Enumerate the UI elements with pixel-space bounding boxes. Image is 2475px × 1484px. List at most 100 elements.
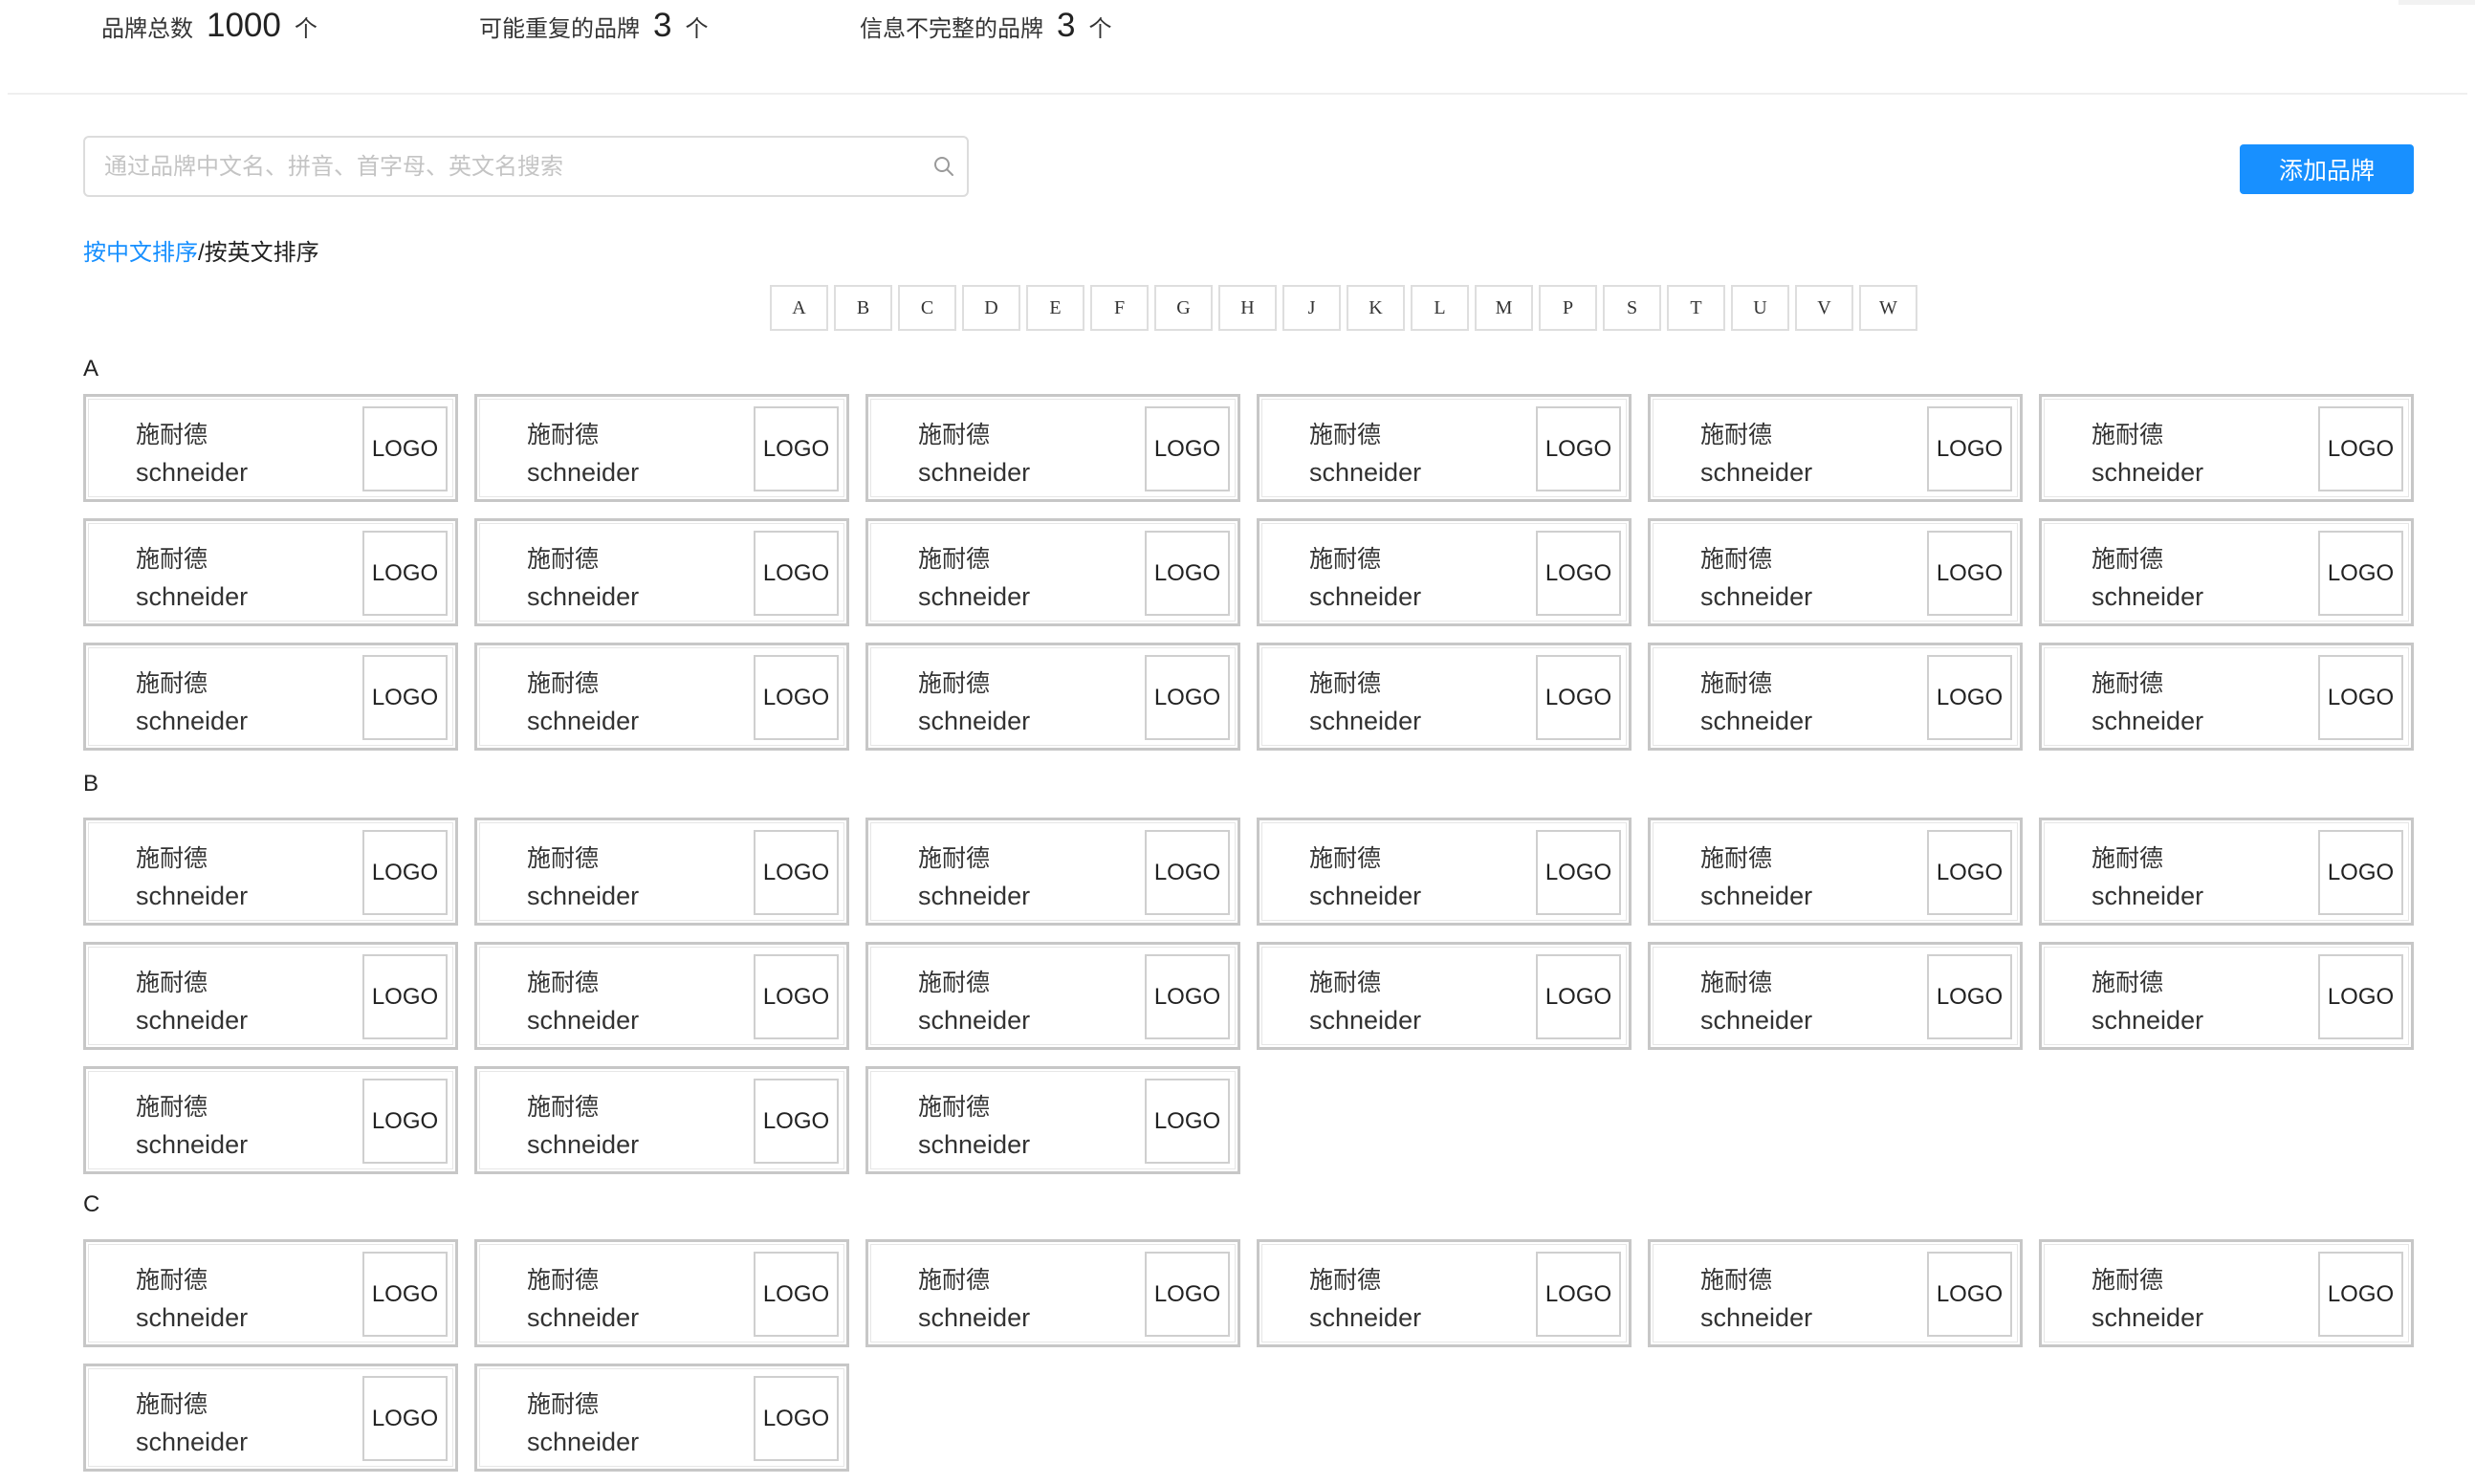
brand-card[interactable]: 施耐德 schneider LOGO: [1648, 818, 2023, 926]
brand-card[interactable]: 施耐德 schneider LOGO: [83, 643, 458, 751]
brand-card[interactable]: 施耐德 schneider LOGO: [865, 1239, 1240, 1347]
brand-card[interactable]: 施耐德 schneider LOGO: [2039, 643, 2414, 751]
brand-logo: LOGO: [1536, 1252, 1621, 1337]
letter-index-j[interactable]: J: [1282, 285, 1341, 331]
brand-card[interactable]: 施耐德 schneider LOGO: [1257, 643, 1632, 751]
brand-logo: LOGO: [2318, 531, 2403, 616]
brand-name-cn: 施耐德: [136, 970, 208, 996]
letter-index-h[interactable]: H: [1218, 285, 1277, 331]
letter-index-c[interactable]: C: [898, 285, 956, 331]
letter-index-f[interactable]: F: [1090, 285, 1149, 331]
brand-card[interactable]: 施耐德 schneider LOGO: [2039, 818, 2414, 926]
brand-name-en: schneider: [527, 1303, 640, 1332]
brand-card[interactable]: 施耐德 schneider LOGO: [865, 394, 1240, 502]
brand-logo: LOGO: [2318, 1252, 2403, 1337]
brand-name-en: schneider: [918, 1130, 1031, 1159]
brand-card[interactable]: 施耐德 schneider LOGO: [2039, 1239, 2414, 1347]
brand-logo: LOGO: [2318, 655, 2403, 740]
letter-index-p[interactable]: P: [1539, 285, 1597, 331]
section-letter-c: C: [83, 1191, 100, 1217]
letter-index-m[interactable]: M: [1475, 285, 1533, 331]
letter-index-s[interactable]: S: [1603, 285, 1661, 331]
brand-card[interactable]: 施耐德 schneider LOGO: [83, 1239, 458, 1347]
letter-index-u[interactable]: U: [1731, 285, 1789, 331]
sort-by-english-link[interactable]: 按英文排序: [205, 240, 319, 266]
brand-card[interactable]: 施耐德 schneider LOGO: [1257, 518, 1632, 626]
brand-logo: LOGO: [362, 1252, 448, 1337]
brand-logo: LOGO: [362, 1376, 448, 1461]
brand-card[interactable]: 施耐德 schneider LOGO: [2039, 394, 2414, 502]
brand-card[interactable]: 施耐德 schneider LOGO: [2039, 518, 2414, 626]
stat-incomplete-brands: 信息不完整的品牌 3 个: [860, 0, 1111, 52]
search-icon[interactable]: [932, 155, 955, 178]
brand-logo: LOGO: [1145, 830, 1230, 915]
brand-logo: LOGO: [362, 406, 448, 491]
brand-card[interactable]: 施耐德 schneider LOGO: [2039, 942, 2414, 1050]
sort-by-chinese-link[interactable]: 按中文排序: [83, 240, 198, 266]
brand-name-cn: 施耐德: [527, 546, 600, 573]
letter-index-a[interactable]: A: [770, 285, 828, 331]
brand-card[interactable]: 施耐德 schneider LOGO: [83, 942, 458, 1050]
brand-name-cn: 施耐德: [527, 970, 600, 996]
brand-card[interactable]: 施耐德 schneider LOGO: [865, 818, 1240, 926]
brand-card[interactable]: 施耐德 schneider LOGO: [83, 1066, 458, 1174]
brand-name-cn: 施耐德: [136, 1391, 208, 1418]
letter-index-v[interactable]: V: [1795, 285, 1853, 331]
brand-logo: LOGO: [754, 406, 839, 491]
brand-card[interactable]: 施耐德 schneider LOGO: [865, 643, 1240, 751]
search-input[interactable]: [102, 138, 900, 197]
letter-index-w[interactable]: W: [1859, 285, 1917, 331]
brand-logo: LOGO: [1927, 655, 2012, 740]
letter-index-e[interactable]: E: [1026, 285, 1084, 331]
brand-card[interactable]: 施耐德 schneider LOGO: [865, 942, 1240, 1050]
brand-name-cn: 施耐德: [1700, 845, 1773, 872]
brand-card[interactable]: 施耐德 schneider LOGO: [474, 1364, 849, 1472]
brand-card[interactable]: 施耐德 schneider LOGO: [1648, 394, 2023, 502]
brand-card[interactable]: 施耐德 schneider LOGO: [474, 394, 849, 502]
add-brand-button[interactable]: 添加品牌: [2240, 144, 2414, 194]
brand-card[interactable]: 施耐德 schneider LOGO: [474, 643, 849, 751]
brand-name-en: schneider: [1309, 1303, 1422, 1332]
brand-card[interactable]: 施耐德 schneider LOGO: [1257, 1239, 1632, 1347]
letter-index-g[interactable]: G: [1154, 285, 1213, 331]
brand-card[interactable]: 施耐德 schneider LOGO: [83, 518, 458, 626]
brand-card[interactable]: 施耐德 schneider LOGO: [474, 1239, 849, 1347]
letter-index-l[interactable]: L: [1411, 285, 1469, 331]
stat-label: 可能重复的品牌: [479, 15, 640, 42]
corner-divider: [2398, 0, 2475, 5]
brand-card[interactable]: 施耐德 schneider LOGO: [474, 518, 849, 626]
brand-card[interactable]: 施耐德 schneider LOGO: [1257, 942, 1632, 1050]
brand-card[interactable]: 施耐德 schneider LOGO: [1648, 1239, 2023, 1347]
letter-index-k[interactable]: K: [1347, 285, 1405, 331]
brand-logo: LOGO: [1927, 531, 2012, 616]
brand-name-cn: 施耐德: [918, 1267, 991, 1294]
brand-card[interactable]: 施耐德 schneider LOGO: [1257, 394, 1632, 502]
brand-name-en: schneider: [2092, 1303, 2204, 1332]
brand-logo: LOGO: [1145, 531, 1230, 616]
letter-index-b[interactable]: B: [834, 285, 892, 331]
brand-name-cn: 施耐德: [527, 1267, 600, 1294]
brand-logo: LOGO: [754, 1376, 839, 1461]
brand-card[interactable]: 施耐德 schneider LOGO: [474, 818, 849, 926]
search-box[interactable]: [83, 136, 969, 197]
brand-card[interactable]: 施耐德 schneider LOGO: [865, 518, 1240, 626]
brand-card[interactable]: 施耐德 schneider LOGO: [474, 1066, 849, 1174]
brand-card[interactable]: 施耐德 schneider LOGO: [1648, 518, 2023, 626]
brand-card[interactable]: 施耐德 schneider LOGO: [83, 818, 458, 926]
stat-value: 1000: [207, 7, 281, 44]
brand-logo: LOGO: [754, 531, 839, 616]
brand-card[interactable]: 施耐德 schneider LOGO: [1648, 643, 2023, 751]
brand-card[interactable]: 施耐德 schneider LOGO: [1257, 818, 1632, 926]
brand-name-en: schneider: [1700, 882, 1813, 910]
brand-name-en: schneider: [918, 1303, 1031, 1332]
letter-index-d[interactable]: D: [962, 285, 1020, 331]
brand-card[interactable]: 施耐德 schneider LOGO: [865, 1066, 1240, 1174]
brand-name-en: schneider: [2092, 882, 2204, 910]
brand-card[interactable]: 施耐德 schneider LOGO: [83, 394, 458, 502]
brand-card[interactable]: 施耐德 schneider LOGO: [83, 1364, 458, 1472]
brand-card[interactable]: 施耐德 schneider LOGO: [1648, 942, 2023, 1050]
brand-name-en: schneider: [2092, 707, 2204, 735]
brand-logo: LOGO: [2318, 830, 2403, 915]
brand-card[interactable]: 施耐德 schneider LOGO: [474, 942, 849, 1050]
letter-index-t[interactable]: T: [1667, 285, 1725, 331]
